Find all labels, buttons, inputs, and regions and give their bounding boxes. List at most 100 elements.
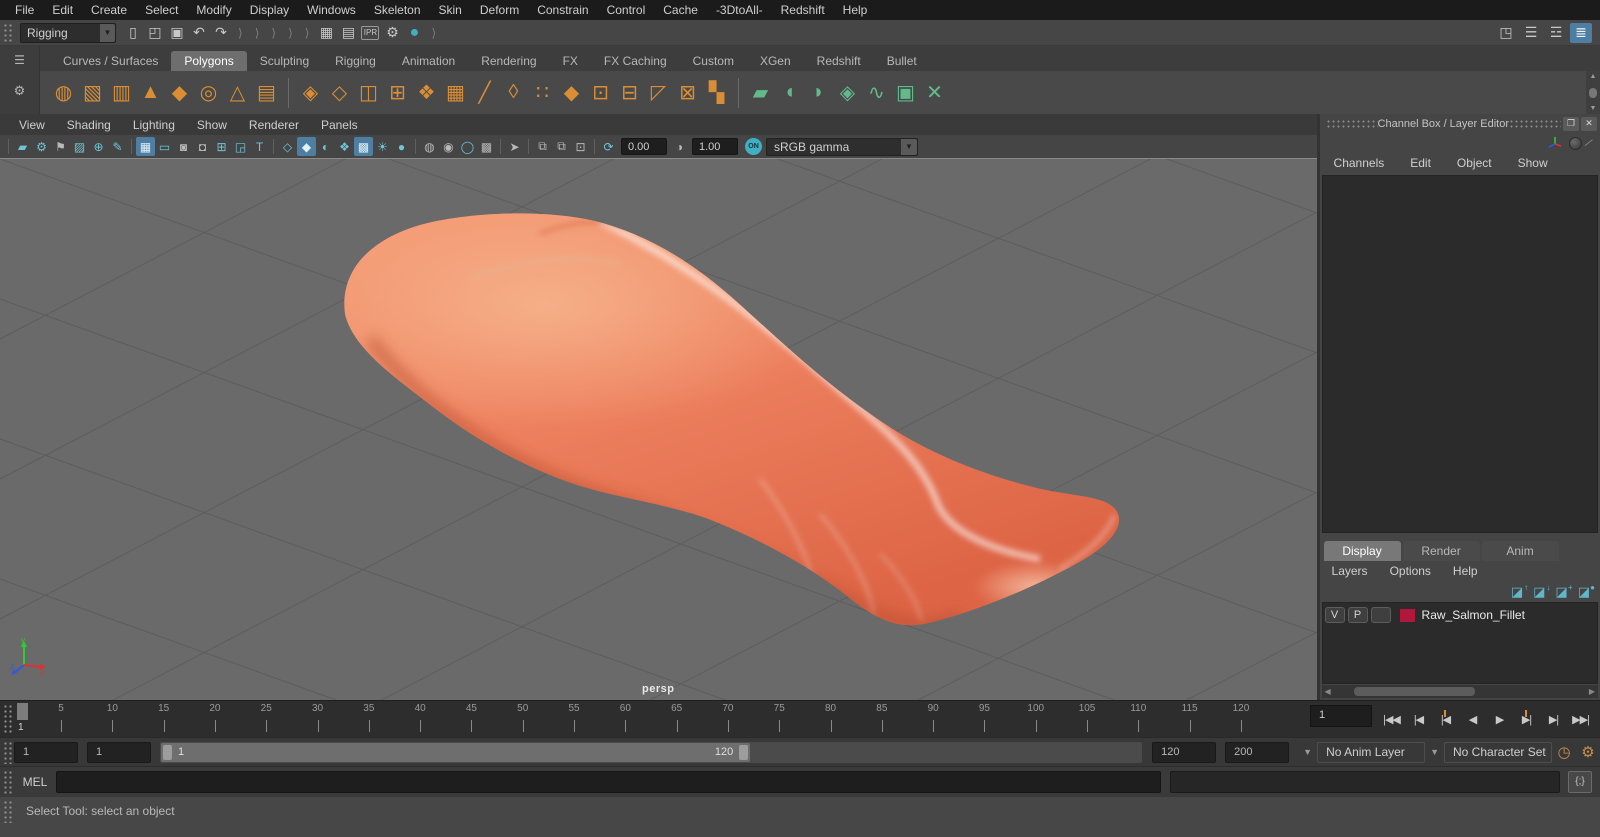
grease-pencil-icon[interactable]: ✎ — [108, 137, 127, 156]
range-drag-handle[interactable] — [2, 740, 12, 764]
step-forward-key-button[interactable]: ▶| — [1513, 706, 1540, 732]
poly-cylinder-icon[interactable]: ▥ — [108, 78, 135, 108]
shelf-gear-icon[interactable]: ⚙ — [14, 83, 26, 99]
motion-blur-icon[interactable]: ◉ — [439, 137, 458, 156]
shelf-tab-polygons[interactable]: Polygons — [171, 51, 247, 71]
chevron-down-icon[interactable]: ▼ — [1425, 747, 1444, 757]
menu-help[interactable]: Help — [834, 0, 877, 20]
flat-shade-icon[interactable]: ◐ — [316, 137, 335, 156]
shelf-tab-bullet[interactable]: Bullet — [874, 51, 930, 71]
smooth-icon[interactable]: ∷ — [529, 78, 556, 108]
layer-display-type-toggle[interactable] — [1370, 607, 1391, 623]
menu-control[interactable]: Control — [598, 0, 655, 20]
toolbar-drag-handle[interactable] — [2, 22, 12, 43]
command-input[interactable] — [56, 770, 1161, 793]
menu-redshift[interactable]: Redshift — [772, 0, 834, 20]
scroll-up-icon[interactable]: ▲ — [1590, 73, 1597, 80]
panel-drag-handle[interactable] — [1325, 119, 1378, 128]
render-view-icon[interactable]: ▦ — [315, 22, 337, 44]
menu-3dtoall[interactable]: -3DtoAll- — [707, 0, 772, 20]
channel-box-menu-show[interactable]: Show — [1518, 156, 1548, 170]
shelf-tab-custom[interactable]: Custom — [680, 51, 747, 71]
layer-tab-display[interactable]: Display — [1323, 541, 1401, 561]
checker-curve-icon[interactable]: ∿ — [863, 78, 890, 108]
scroll-track[interactable] — [1334, 687, 1586, 696]
depth-of-field-icon[interactable]: ▩ — [477, 137, 496, 156]
redo-icon[interactable]: ↷ — [210, 22, 232, 44]
exposure-field[interactable]: 0.00 — [621, 138, 667, 155]
shelf-tab-rigging[interactable]: Rigging — [322, 51, 389, 71]
timeline-track[interactable]: 1 5 10 15 20 25 30 35 40 45 50 55 60 65 70 75 80 85 90 95 1… — [14, 701, 1306, 737]
xray-active-icon[interactable]: ⊡ — [571, 137, 590, 156]
layer-new-empty-icon[interactable]: ◪ ● — [1578, 583, 1595, 598]
bevel-icon[interactable]: ◆ — [558, 78, 585, 108]
channel-box-toggle-icon[interactable]: ≣ — [1570, 22, 1592, 43]
new-scene-icon[interactable]: ▯ — [122, 22, 144, 44]
popout-icon[interactable]: ❐ — [1563, 116, 1579, 131]
chevron-down-icon[interactable]: ▼ — [1298, 747, 1317, 757]
layer-move-down-icon[interactable]: ◪ ↓ — [1533, 583, 1550, 598]
animation-end-field[interactable]: 200 — [1225, 741, 1290, 763]
menu-file[interactable]: File — [6, 0, 43, 20]
current-time-marker[interactable] — [17, 703, 28, 720]
layer-list-hscrollbar[interactable]: ◀ ▶ — [1321, 685, 1598, 698]
go-to-end-button[interactable]: ▶▶| — [1567, 706, 1594, 732]
checker-cross-icon[interactable]: ✕ — [921, 78, 948, 108]
menu-skin[interactable]: Skin — [430, 0, 471, 20]
2d-pan-zoom-icon[interactable]: ⊕ — [89, 137, 108, 156]
close-icon[interactable]: ✕ — [1581, 116, 1597, 131]
viewport-menu-view[interactable]: View — [8, 118, 56, 132]
resolution-gate-icon[interactable]: ◙ — [174, 137, 193, 156]
shelf-tab-fx-caching[interactable]: FX Caching — [591, 51, 680, 71]
outliner-toggle-icon[interactable]: ☰ — [1520, 23, 1542, 43]
insert-edge-loop-icon[interactable]: ⊟ — [616, 78, 643, 108]
menu-deform[interactable]: Deform — [471, 0, 528, 20]
menu-select[interactable]: Select — [136, 0, 187, 20]
poly-sphere-icon[interactable]: ◍ — [50, 78, 77, 108]
poly-plane-icon[interactable]: ◆ — [166, 78, 193, 108]
animation-start-field[interactable]: 1 — [14, 741, 78, 763]
mirror-geometry-icon[interactable]: ▚ — [703, 78, 730, 108]
layer-color-swatch[interactable] — [1399, 608, 1415, 622]
occlusion-icon[interactable]: ◍ — [420, 137, 439, 156]
viewport-menu-show[interactable]: Show — [186, 118, 238, 132]
layer-menu-options[interactable]: Options — [1390, 564, 1431, 578]
step-back-frame-button[interactable]: |◀ — [1405, 706, 1432, 732]
range-slider[interactable]: 1 120 — [160, 741, 1143, 763]
edit-edge-flow-icon[interactable]: ⊡ — [587, 78, 614, 108]
colorspace-dropdown[interactable]: sRGB gamma ▼ — [766, 137, 918, 156]
step-forward-frame-button[interactable]: ▶| — [1540, 706, 1567, 732]
xray-joints-icon[interactable]: ⧉ — [552, 137, 571, 156]
viewport-menu-shading[interactable]: Shading — [56, 118, 122, 132]
menu-display[interactable]: Display — [241, 0, 298, 20]
command-language-label[interactable]: MEL — [14, 775, 56, 789]
current-frame-field[interactable]: 1 — [1310, 705, 1372, 727]
shelf-tab-curves-surfaces[interactable]: Curves / Surfaces — [50, 51, 171, 71]
viewport-canvas[interactable]: y x z persp — [0, 158, 1317, 700]
safe-action-icon[interactable]: ◲ — [231, 137, 250, 156]
attribute-editor-toggle-icon[interactable]: ☲ — [1545, 23, 1567, 43]
range-start-handle[interactable] — [163, 744, 172, 760]
animation-preferences-icon[interactable]: ⚙ — [1576, 743, 1600, 761]
select-camera-icon[interactable]: ▰ — [13, 137, 32, 156]
render-settings-icon[interactable]: ⚙ — [381, 22, 403, 44]
play-forwards-button[interactable]: ▶ — [1486, 706, 1513, 732]
shelf-tab-fx[interactable]: FX — [550, 51, 591, 71]
scroll-right-icon[interactable]: ▶ — [1586, 687, 1598, 696]
isolate-select-icon[interactable]: ➤ — [505, 137, 524, 156]
chevron-down-icon[interactable]: ▼ — [100, 23, 115, 42]
bounding-box-icon[interactable]: ❖ — [335, 137, 354, 156]
channel-box-menu-object[interactable]: Object — [1457, 156, 1492, 170]
channel-box-menu-channels[interactable]: Channels — [1334, 156, 1385, 170]
auto-keyframe-icon[interactable]: ◷ — [1552, 743, 1576, 761]
gate-mask-icon[interactable]: ◘ — [193, 137, 212, 156]
ipr-render-icon[interactable]: IPR — [361, 25, 380, 40]
menu-skeleton[interactable]: Skeleton — [365, 0, 430, 20]
smooth-mesh-icon[interactable]: ❖ — [413, 78, 440, 108]
use-default-material-icon[interactable]: ☀ — [373, 137, 392, 156]
layer-menu-layers[interactable]: Layers — [1332, 564, 1368, 578]
scroll-left-icon[interactable]: ◀ — [1322, 687, 1334, 696]
menu-edit[interactable]: Edit — [43, 0, 82, 20]
viewport-menu-renderer[interactable]: Renderer — [238, 118, 310, 132]
layer-playback-toggle[interactable]: P — [1347, 607, 1368, 623]
